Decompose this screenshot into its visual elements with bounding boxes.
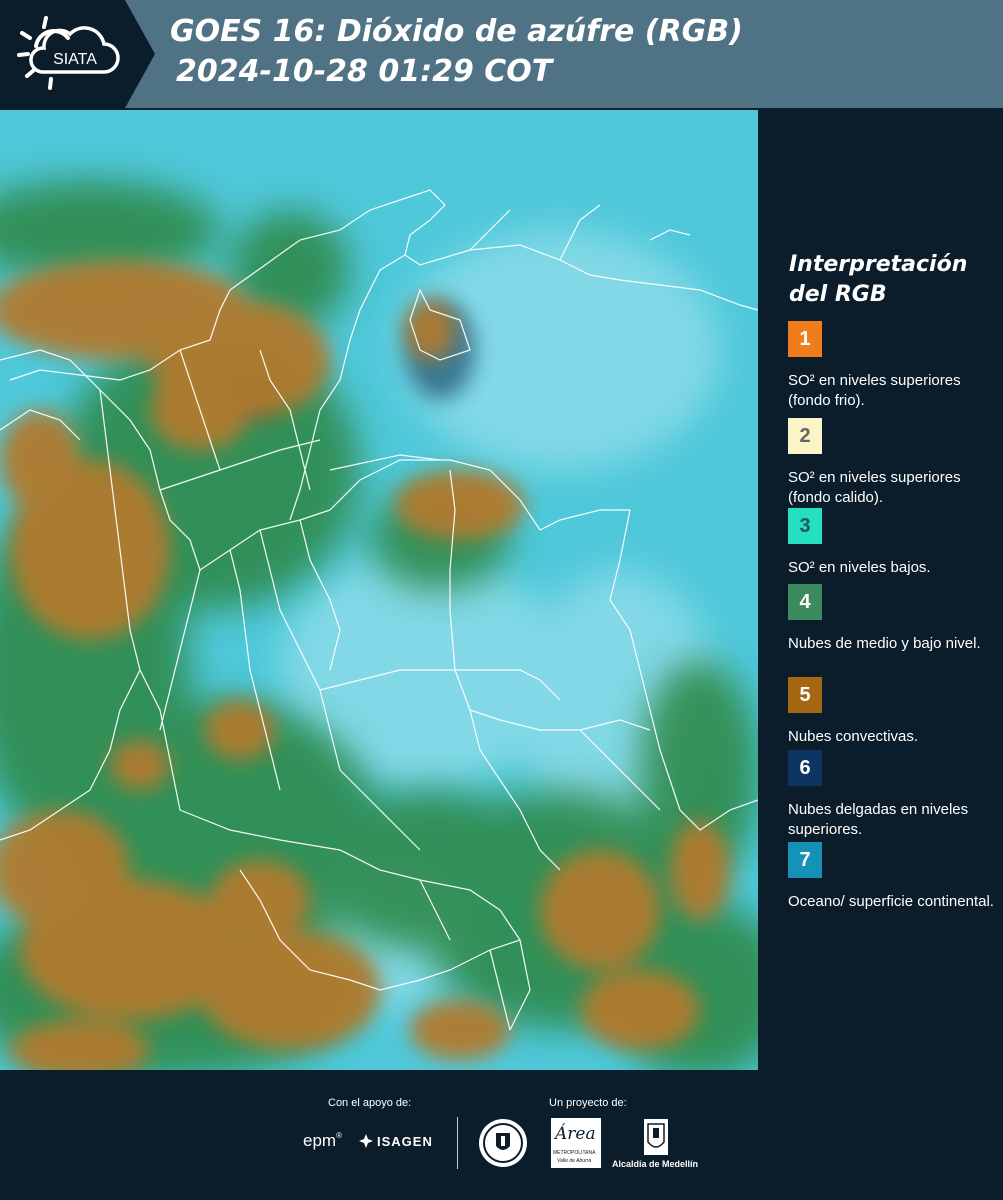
medellin-seal-logo[interactable]	[478, 1118, 528, 1173]
area-logo-text: Área	[555, 1124, 596, 1144]
header-bar: SIATA GOES 16: Dióxido de azúfre (RGB) 2…	[0, 0, 1003, 108]
legend-label-1: SO² en niveles superiores (fondo frio).	[788, 372, 961, 409]
area-metropolitana-logo[interactable]: Área METROPOLITANA Valle de Aburrá	[551, 1118, 601, 1168]
area-logo-subtext: METROPOLITANA	[553, 1150, 596, 1156]
legend-swatch-3: 3	[788, 508, 822, 544]
legend-item-6: 6 Nubes delgadas en niveles superiores.	[788, 750, 1000, 840]
legend-label-7: Oceano/ superficie continental.	[788, 893, 994, 910]
epm-logo-text: epm	[303, 1131, 337, 1150]
legend-item-4: 4 Nubes de medio y bajo nivel.	[788, 584, 1000, 654]
satellite-map-image	[0, 110, 758, 1070]
legend-label-5: Nubes convectivas.	[788, 728, 919, 745]
legend-label-4: Nubes de medio y bajo nivel.	[788, 635, 981, 652]
legend-swatch-1: 1	[788, 321, 822, 357]
legend-swatch-7: 7	[788, 842, 822, 878]
legend-swatch-6: 6	[788, 750, 822, 786]
legend-label-6: Nubes delgadas en niveles superiores.	[788, 801, 969, 838]
legend-label-2: SO² en niveles superiores (fondo calido)…	[788, 469, 961, 506]
support-caption: Con el apoyo de:	[328, 1097, 412, 1109]
legend-title-line1: Interpretación	[789, 252, 968, 277]
area-logo-subtext2: Valle de Aburrá	[557, 1158, 592, 1164]
page-timestamp: 2024-10-28 01:29 COT	[176, 54, 553, 89]
footer-bar: Con el apoyo de: Un proyecto de: epm® IS…	[0, 1070, 1003, 1200]
siata-logo-text: SIATA	[53, 51, 97, 68]
legend-title-line2: del RGB	[789, 282, 887, 307]
legend-panel: Interpretación del RGB 1 SO² en niveles …	[760, 110, 1003, 1070]
legend-label-3: SO² en niveles bajos.	[788, 559, 931, 576]
isagen-logo-text: ISAGEN	[377, 1134, 433, 1149]
satellite-map[interactable]	[0, 110, 758, 1070]
project-caption: Un proyecto de:	[549, 1097, 627, 1109]
legend-title: Interpretación del RGB	[789, 250, 999, 310]
legend-item-1: 1 SO² en niveles superiores (fondo frio)…	[788, 321, 1000, 411]
legend-item-3: 3 SO² en niveles bajos.	[788, 508, 1000, 578]
page-title: GOES 16: Dióxido de azúfre (RGB)	[170, 14, 743, 49]
medellin-seal-icon	[479, 1119, 527, 1167]
siata-logo[interactable]: SIATA	[0, 0, 155, 108]
legend-swatch-2: 2	[788, 418, 822, 454]
legend-item-7: 7 Oceano/ superficie continental.	[788, 842, 1000, 912]
epm-logo[interactable]: epm®	[303, 1131, 342, 1151]
legend-item-5: 5 Nubes convectivas.	[788, 677, 1000, 747]
alcaldia-crest-icon	[644, 1119, 668, 1155]
siata-logo-graphic: SIATA	[0, 0, 155, 108]
legend-swatch-5: 5	[788, 677, 822, 713]
legend-swatch-4: 4	[788, 584, 822, 620]
alcaldia-crest-logo[interactable]	[643, 1118, 669, 1161]
isagen-icon	[359, 1134, 373, 1148]
legend-item-2: 2 SO² en niveles superiores (fondo calid…	[788, 418, 1000, 508]
footer-divider	[457, 1117, 458, 1169]
alcaldia-logo-text: Alcaldía de Medellín	[612, 1159, 699, 1169]
